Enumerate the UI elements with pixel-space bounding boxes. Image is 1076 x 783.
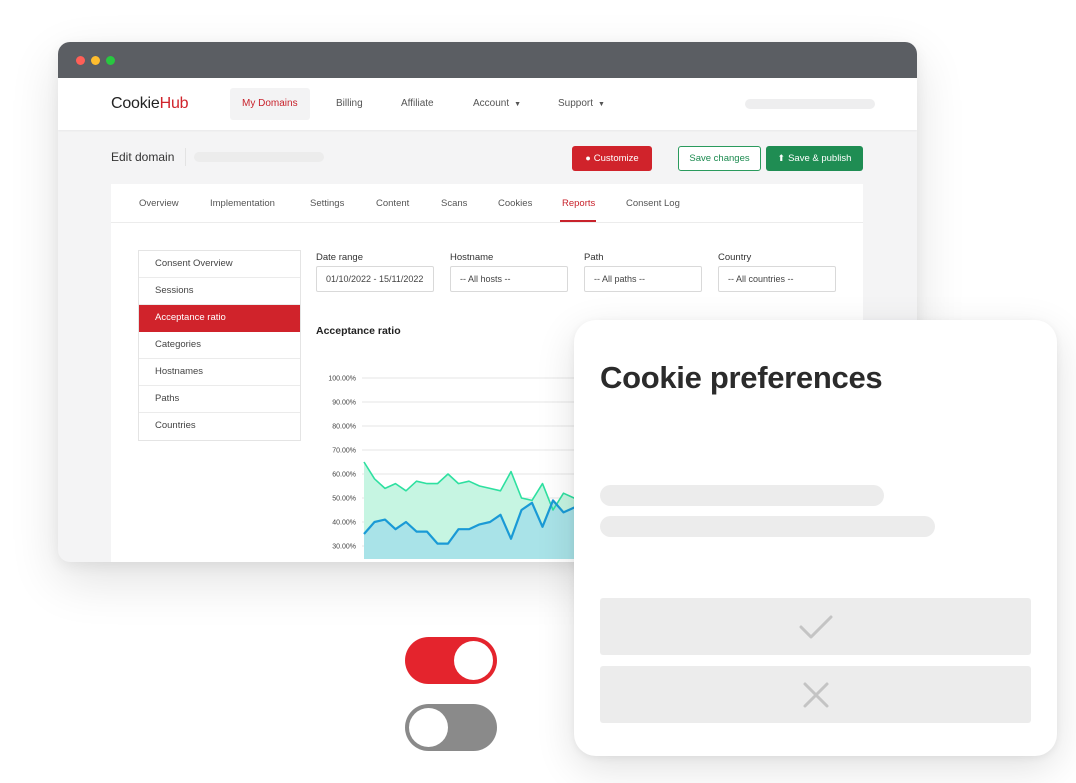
country-select[interactable]: -- All countries -- xyxy=(718,266,836,292)
page-title: Edit domain xyxy=(111,150,175,164)
date-range-input[interactable]: 01/10/2022 - 15/11/2022 xyxy=(316,266,434,292)
hostname-select[interactable]: -- All hosts -- xyxy=(450,266,568,292)
sidebar-item-hostnames[interactable]: Hostnames xyxy=(139,359,300,386)
y-tick-label: 90.00% xyxy=(332,400,356,407)
tab-reports[interactable]: Reports xyxy=(562,198,595,209)
x-icon xyxy=(803,682,828,707)
title-bar xyxy=(58,42,917,78)
reports-sidebar: Consent Overview Sessions Acceptance rat… xyxy=(138,250,301,441)
y-tick-label: 80.00% xyxy=(332,424,356,431)
tab-overview[interactable]: Overview xyxy=(139,198,179,209)
toggle-switch-on[interactable] xyxy=(405,637,497,684)
domain-name-placeholder xyxy=(194,152,324,162)
maximize-window-dot[interactable] xyxy=(106,56,115,65)
customize-button[interactable]: ● Customize xyxy=(572,146,652,171)
title-divider xyxy=(185,148,186,166)
sidebar-item-paths[interactable]: Paths xyxy=(139,386,300,413)
logo-text-accent: Hub xyxy=(159,95,189,112)
palette-icon: ● xyxy=(585,153,591,163)
chart-title: Acceptance ratio xyxy=(316,325,401,337)
nav-billing[interactable]: Billing xyxy=(324,88,375,120)
toggle-switch-off[interactable] xyxy=(405,704,497,751)
sidebar-item-sessions[interactable]: Sessions xyxy=(139,278,300,305)
sidebar-item-categories[interactable]: Categories xyxy=(139,332,300,359)
customize-label: Customize xyxy=(593,153,639,164)
tab-bar: Overview Implementation Settings Content… xyxy=(111,184,863,223)
sidebar-item-consent-overview[interactable]: Consent Overview xyxy=(139,251,300,278)
tab-consent-log[interactable]: Consent Log xyxy=(626,198,680,209)
nav-affiliate[interactable]: Affiliate xyxy=(389,88,446,120)
sidebar-item-acceptance-ratio[interactable]: Acceptance ratio xyxy=(139,305,300,332)
nav-account[interactable]: Account ▼ xyxy=(461,88,533,120)
tab-cookies[interactable]: Cookies xyxy=(498,198,532,209)
publish-label: Save & publish xyxy=(788,153,852,164)
country-label: Country xyxy=(718,252,752,263)
tab-settings[interactable]: Settings xyxy=(310,198,344,209)
tab-scans[interactable]: Scans xyxy=(441,198,467,209)
save-changes-button[interactable]: Save changes xyxy=(678,146,761,171)
sidebar-item-countries[interactable]: Countries xyxy=(139,413,300,440)
nav-support[interactable]: Support ▼ xyxy=(546,88,617,120)
active-tab-indicator xyxy=(560,220,596,222)
nav-support-label: Support xyxy=(558,98,594,109)
chevron-down-icon: ▼ xyxy=(514,101,522,108)
cookie-preferences-panel: Cookie preferences xyxy=(574,320,1057,756)
date-range-label: Date range xyxy=(316,252,364,263)
minimize-window-dot[interactable] xyxy=(91,56,100,65)
path-select[interactable]: -- All paths -- xyxy=(584,266,702,292)
y-tick-label: 40.00% xyxy=(332,520,356,527)
nav-account-label: Account xyxy=(473,98,510,109)
app-navbar: CookieHub My Domains Billing Affiliate A… xyxy=(58,78,917,130)
check-icon xyxy=(799,615,832,638)
toggle-knob xyxy=(409,708,448,747)
cookiehub-logo[interactable]: CookieHub xyxy=(111,95,189,113)
y-tick-label: 50.00% xyxy=(332,496,356,503)
text-placeholder-line xyxy=(600,485,884,506)
toggle-knob xyxy=(454,641,493,680)
close-window-dot[interactable] xyxy=(76,56,85,65)
tab-implementation[interactable]: Implementation xyxy=(210,198,275,209)
y-tick-label: 30.00% xyxy=(332,544,356,551)
nav-my-domains[interactable]: My Domains xyxy=(230,88,310,120)
y-tick-label: 100.00% xyxy=(328,376,356,383)
prefs-title: Cookie preferences xyxy=(600,360,883,395)
save-publish-button[interactable]: ⬆ Save & publish xyxy=(766,146,863,171)
y-tick-label: 60.00% xyxy=(332,472,356,479)
accept-button[interactable] xyxy=(600,598,1031,655)
user-placeholder-bar xyxy=(745,99,875,109)
upload-icon: ⬆ xyxy=(777,153,786,163)
reject-button[interactable] xyxy=(600,666,1031,723)
logo-text-main: Cookie xyxy=(111,95,160,112)
path-label: Path xyxy=(584,252,604,263)
hostname-label: Hostname xyxy=(450,252,494,263)
text-placeholder-line xyxy=(600,516,935,537)
y-tick-label: 70.00% xyxy=(332,448,356,455)
tab-content[interactable]: Content xyxy=(376,198,409,209)
chevron-down-icon: ▼ xyxy=(598,101,605,108)
